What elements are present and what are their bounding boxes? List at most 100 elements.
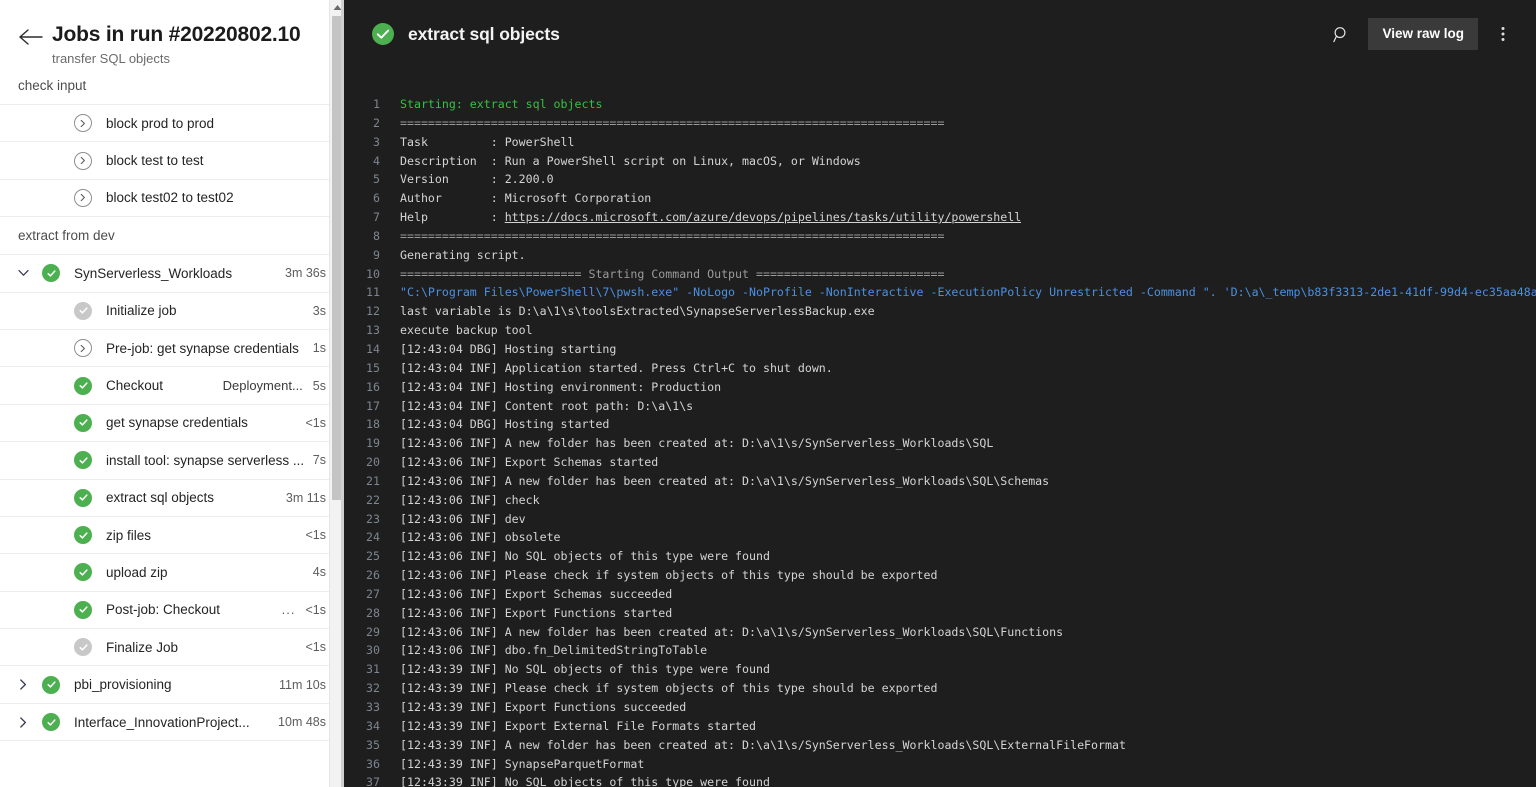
log-line-text: ========================================…: [400, 228, 945, 243]
status-badge: [42, 713, 60, 732]
sidebar-job-row[interactable]: zip files <1s: [0, 516, 344, 555]
log-line: 20 [12:43:06 INF] Export Schemas started: [344, 453, 1536, 472]
status-badge: [74, 413, 92, 432]
sidebar-job-row[interactable]: install tool: synapse serverless ... 7s: [0, 442, 344, 480]
pending-circle-icon: [74, 188, 92, 207]
log-line-number: 28: [366, 605, 380, 620]
sidebar-job-row[interactable]: block test02 to test02: [0, 179, 344, 218]
sidebar-job-overflow-ellipsis: ...: [281, 602, 296, 618]
status-badge: [74, 526, 92, 545]
log-header: extract sql objects View raw log: [344, 0, 1536, 68]
log-line-number: 24: [366, 530, 380, 545]
sidebar-job-row[interactable]: Initialize job 3s: [0, 292, 344, 330]
log-line-text: [12:43:39 INF] Please check if system ob…: [400, 681, 938, 696]
sidebar-job-duration: 3m 36s: [285, 266, 326, 281]
log-line-text: Task : PowerShell: [400, 134, 575, 149]
log-line-number: 6: [373, 191, 380, 206]
sidebar-job-duration: <1s: [305, 602, 326, 617]
log-line-text: [12:43:06 INF] Export Schemas started: [400, 455, 659, 470]
sidebar-job-row[interactable]: get synapse credentials <1s: [0, 404, 344, 443]
sidebar-job-row[interactable]: Pre-job: get synapse credentials 1s: [0, 329, 344, 368]
log-line-number: 21: [366, 473, 380, 488]
sidebar-section-list: block prod to prod block test to test bloc…: [0, 104, 344, 218]
log-line-text: last variable is D:\a\1\s\toolsExtracted…: [400, 304, 875, 319]
sidebar-job-duration: 1s: [312, 341, 326, 356]
log-line-text: ========================== Starting Comm…: [400, 266, 945, 281]
sidebar-job-row[interactable]: block test to test: [0, 142, 344, 180]
sidebar-job-label: block test02 to test02: [106, 190, 234, 206]
sidebar-job-label: SynServerless_Workloads: [74, 265, 233, 281]
sidebar-job-duration: 4s: [312, 565, 326, 580]
sidebar-job-row[interactable]: Interface_InnovationProject... 10m 48s: [0, 703, 344, 742]
pending-circle-icon: [74, 151, 92, 170]
chevron-right-icon[interactable]: [14, 716, 32, 728]
view-raw-log-button[interactable]: View raw log: [1368, 18, 1478, 50]
sidebar-job-duration: 3m 11s: [285, 490, 326, 505]
chevron-right-icon[interactable]: [14, 679, 32, 690]
sidebar-job-row[interactable]: Checkout Deployment... 5s: [0, 367, 344, 405]
log-line: 31 [12:43:39 INF] No SQL objects of this …: [344, 660, 1536, 679]
sidebar-job-row[interactable]: SynServerless_Workloads 3m 36s: [0, 255, 344, 293]
page-title: Jobs in run #20220802.10: [52, 23, 301, 46]
log-line-text: [12:43:06 INF] No SQL objects of this ty…: [400, 549, 770, 564]
sidebar-section-header: extract from dev: [18, 228, 115, 244]
success-check-icon: [74, 413, 92, 432]
log-line-text: [12:43:06 INF] A new folder has been cre…: [400, 436, 994, 451]
sidebar-job-label: get synapse credentials: [106, 415, 248, 431]
log-line: 32 [12:43:39 INF] Please check if system …: [344, 679, 1536, 698]
log-line: 21 [12:43:06 INF] A new folder has been c…: [344, 472, 1536, 491]
sidebar-job-label: zip files: [106, 527, 152, 543]
chevron-down-icon[interactable]: [14, 269, 32, 277]
log-line-text: [12:43:06 INF] Please check if system ob…: [400, 568, 938, 583]
sidebar-job-row[interactable]: Post-job: Checkout... <1s: [0, 591, 344, 630]
success-check-icon: [372, 23, 394, 45]
sidebar-job-row[interactable]: extract sql objects 3m 11s: [0, 479, 344, 517]
more-vertical-icon[interactable]: [1486, 17, 1520, 51]
log-line: 9 Generating script.: [344, 246, 1536, 265]
log-line: 16 [12:43:04 INF] Hosting environment: Pr…: [344, 378, 1536, 397]
log-line-text: [12:43:39 INF] Export External File Form…: [400, 718, 756, 733]
log-line-text: [12:43:04 INF] Hosting environment: Prod…: [400, 379, 722, 394]
log-line-number: 2: [373, 115, 380, 130]
log-line-number: 15: [366, 360, 380, 375]
log-line-number: 32: [366, 681, 380, 696]
search-icon[interactable]: [1324, 17, 1358, 51]
log-line: 6 Author : Microsoft Corporation: [344, 189, 1536, 208]
sidebar-section-header: check input: [18, 78, 87, 93]
log-output[interactable]: 1 Starting: extract sql objects 2 =========…: [344, 68, 1536, 787]
sidebar-header: Jobs in run #20220802.10 transfer SQL ob…: [0, 0, 344, 67]
log-line-text: [12:43:04 INF] Application started. Pres…: [400, 360, 833, 375]
log-line-text: ========================================…: [400, 115, 945, 130]
status-badge: [74, 376, 92, 395]
sidebar-job-row[interactable]: Finalize Job <1s: [0, 629, 344, 667]
log-line-text: [12:43:06 INF] dbo.fn_DelimitedStringToT…: [400, 643, 708, 658]
log-line: 5 Version : 2.200.0: [344, 170, 1536, 189]
log-line-text: [12:43:06 INF] Export Functions started: [400, 605, 673, 620]
back-arrow-icon[interactable]: [18, 28, 46, 56]
sidebar-job-extra: Deployment...: [222, 378, 303, 394]
sidebar-job-row[interactable]: pbi_provisioning 11m 10s: [0, 666, 344, 704]
log-line: 2 =======================================…: [344, 114, 1536, 133]
sidebar-job-row[interactable]: upload zip 4s: [0, 554, 344, 592]
sidebar-job-label: Interface_InnovationProject...: [74, 714, 250, 730]
log-line-text: Help : https://docs.microsoft.com/azure/…: [400, 210, 1022, 225]
log-line-number: 35: [366, 737, 380, 752]
log-line: 25 [12:43:06 INF] No SQL objects of this …: [344, 547, 1536, 566]
success-check-icon: [42, 713, 60, 732]
log-line: 19 [12:43:06 INF] A new folder has been c…: [344, 434, 1536, 453]
sidebar-job-duration: 5s: [312, 378, 326, 393]
log-line-number: 14: [366, 341, 380, 356]
log-line: 12 last variable is D:\a\1\s\toolsExtract…: [344, 302, 1536, 321]
sidebar-job-duration: 10m 48s: [278, 715, 326, 730]
sidebar-job-row[interactable]: block prod to prod: [0, 105, 344, 143]
log-line: 37 [12:43:39 INF] No SQL objects of this …: [344, 773, 1536, 787]
log-line-text: [12:43:06 INF] Export Schemas succeeded: [400, 586, 673, 601]
sidebar-job-label: Checkout: [106, 378, 164, 394]
log-line: 30 [12:43:06 INF] dbo.fn_DelimitedStringT…: [344, 641, 1536, 660]
sidebar-job-label: Pre-job: get synapse credentials: [106, 340, 299, 356]
log-line-number: 3: [373, 134, 380, 149]
log-line: 26 [12:43:06 INF] Please check if system …: [344, 566, 1536, 585]
sidebar-job-duration: 7s: [312, 453, 326, 468]
log-help-link[interactable]: https://docs.microsoft.com/azure/devops/…: [505, 210, 1022, 224]
log-title: extract sql objects: [408, 23, 560, 44]
